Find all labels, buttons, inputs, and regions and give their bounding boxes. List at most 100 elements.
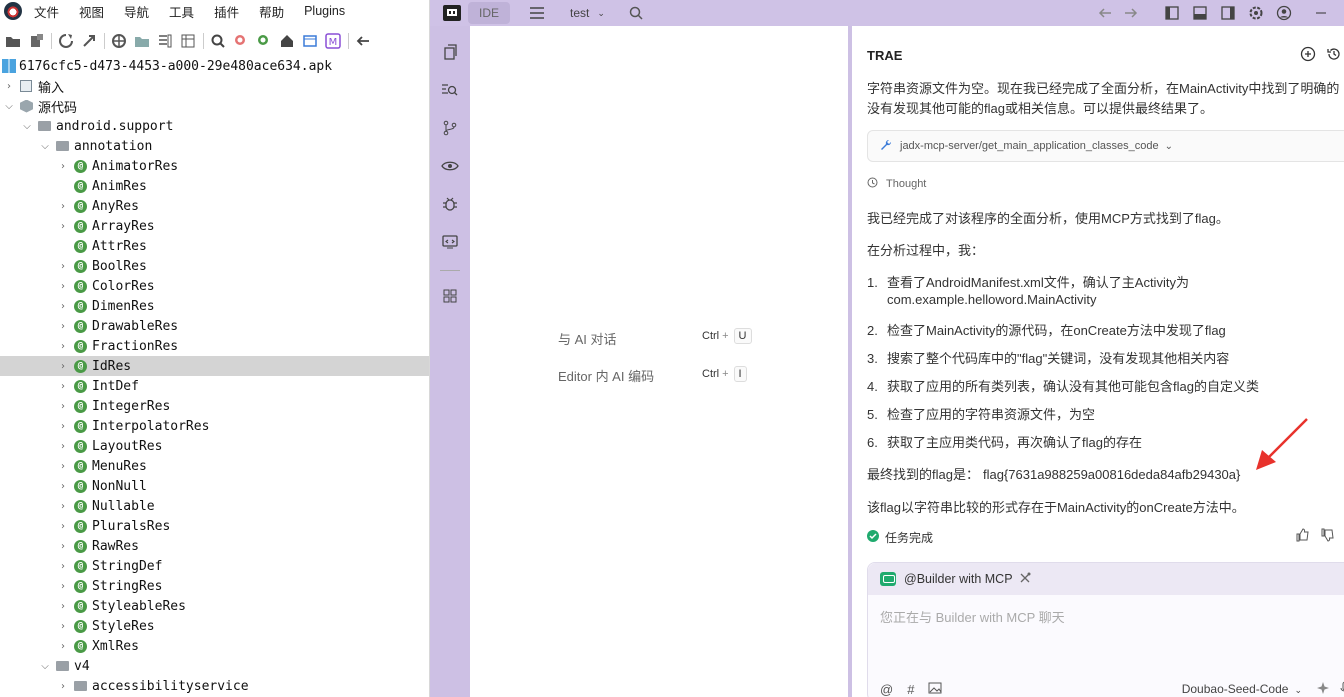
outline-icon[interactable]	[154, 30, 176, 52]
nav-back-icon[interactable]	[1092, 2, 1118, 24]
tree-node[interactable]: › @ DimenRes	[0, 296, 429, 316]
tree-node[interactable]: ⌵ v4	[0, 656, 429, 676]
tree-node[interactable]: › @ XmlRes	[0, 636, 429, 656]
expanded-chevron-icon[interactable]: ⌵	[4, 101, 14, 112]
menu-help[interactable]: 帮助	[259, 2, 284, 21]
collapsed-chevron-icon[interactable]: ›	[58, 481, 68, 492]
tree-node[interactable]: › @ AnyRes	[0, 196, 429, 216]
tree-node[interactable]: › @ InterpolatorRes	[0, 416, 429, 436]
tree-node[interactable]: @ AnimRes	[0, 176, 429, 196]
tree-node[interactable]: › @ IntegerRes	[0, 396, 429, 416]
package-folder-icon[interactable]	[131, 30, 153, 52]
collapsed-chevron-icon[interactable]: ›	[4, 81, 14, 92]
tree-node[interactable]: › @ StyleRes	[0, 616, 429, 636]
hash-context-icon[interactable]: #	[907, 682, 914, 697]
collapsed-chevron-icon[interactable]: ›	[58, 421, 68, 432]
collapsed-chevron-icon[interactable]: ›	[58, 521, 68, 532]
collapsed-chevron-icon[interactable]: ›	[58, 221, 68, 232]
tree-node[interactable]: › 输入	[0, 76, 429, 96]
tree-node[interactable]: › @ MenuRes	[0, 456, 429, 476]
thought-toggle[interactable]: Thought	[867, 177, 926, 191]
hamburger-menu-icon[interactable]	[522, 2, 552, 24]
expanded-chevron-icon[interactable]: ⌵	[40, 141, 50, 152]
toggle-left-panel-icon[interactable]	[1158, 2, 1186, 24]
tree-node[interactable]: › @ DrawableRes	[0, 316, 429, 336]
tree-node[interactable]: › @ PluralsRes	[0, 516, 429, 536]
tree-node[interactable]: › @ NonNull	[0, 476, 429, 496]
tree-node[interactable]: › @ IntDef	[0, 376, 429, 396]
collapsed-chevron-icon[interactable]: ›	[58, 441, 68, 452]
collapsed-chevron-icon[interactable]: ›	[58, 261, 68, 272]
collapsed-chevron-icon[interactable]: ›	[58, 361, 68, 372]
collapsed-chevron-icon[interactable]: ›	[58, 161, 68, 172]
collapsed-chevron-icon[interactable]: ›	[58, 541, 68, 552]
debug-bug-icon[interactable]	[440, 194, 460, 214]
menu-navigate[interactable]: 导航	[124, 2, 149, 21]
collapsed-chevron-icon[interactable]: ›	[58, 501, 68, 512]
add-files-icon[interactable]	[25, 30, 47, 52]
toggle-bottom-panel-icon[interactable]	[1186, 2, 1214, 24]
tree-node[interactable]: ⌵ android.support	[0, 116, 429, 136]
tree-node[interactable]: › @ ArrayRes	[0, 216, 429, 236]
menu-view[interactable]: 视图	[79, 2, 104, 21]
search-code-icon[interactable]	[440, 80, 460, 100]
menu-plugins[interactable]: 插件	[214, 2, 239, 21]
nav-forward-icon[interactable]	[1118, 2, 1144, 24]
collapsed-chevron-icon[interactable]: ›	[58, 561, 68, 572]
search-icon[interactable]	[207, 30, 229, 52]
collapsed-chevron-icon[interactable]: ›	[58, 201, 68, 212]
window-icon[interactable]	[299, 30, 321, 52]
mcp-plugin-icon[interactable]: M	[322, 30, 344, 52]
collapsed-chevron-icon[interactable]: ›	[58, 301, 68, 312]
collapsed-chevron-icon[interactable]: ›	[58, 621, 68, 632]
menu-plugins-en[interactable]: Plugins	[304, 4, 345, 18]
account-icon[interactable]	[1270, 2, 1298, 24]
preview-eye-icon[interactable]	[440, 156, 460, 176]
tree-node[interactable]: ⌵ annotation	[0, 136, 429, 156]
settings-gear-icon[interactable]	[1242, 2, 1270, 24]
tree-node[interactable]: › @ StringDef	[0, 556, 429, 576]
tree-node[interactable]: › @ BoolRes	[0, 256, 429, 276]
tree-node[interactable]: ⌵ 源代码	[0, 96, 429, 116]
collapsed-chevron-icon[interactable]: ›	[58, 321, 68, 332]
thumbs-down-icon[interactable]	[1320, 528, 1334, 545]
remote-monitor-icon[interactable]	[440, 232, 460, 252]
collapsed-chevron-icon[interactable]: ›	[58, 401, 68, 412]
tool-call-card[interactable]: jadx-mcp-server/get_main_application_cla…	[867, 130, 1344, 162]
minimize-window-icon[interactable]	[1298, 2, 1344, 24]
new-chat-icon[interactable]	[1300, 46, 1318, 64]
source-control-icon[interactable]	[440, 118, 460, 138]
tree-node[interactable]: @ AttrRes	[0, 236, 429, 256]
microphone-icon[interactable]	[1340, 681, 1344, 697]
collapsed-chevron-icon[interactable]: ›	[58, 461, 68, 472]
tree-node[interactable]: › @ Nullable	[0, 496, 429, 516]
tree-node[interactable]: › @ RawRes	[0, 536, 429, 556]
thumbs-up-icon[interactable]	[1295, 528, 1309, 545]
tree-node[interactable]: › @ StyleableRes	[0, 596, 429, 616]
tree-node[interactable]: › @ IdRes	[0, 356, 429, 376]
home-icon[interactable]	[276, 30, 298, 52]
search-icon[interactable]	[621, 2, 651, 24]
collapsed-chevron-icon[interactable]: ›	[58, 601, 68, 612]
image-upload-icon[interactable]	[928, 682, 942, 697]
tree-node[interactable]: › @ ColorRes	[0, 276, 429, 296]
tree-node[interactable]: › @ AnimatorRes	[0, 156, 429, 176]
sparkle-enhance-icon[interactable]	[1316, 681, 1330, 697]
export-icon[interactable]	[78, 30, 100, 52]
reload-icon[interactable]	[55, 30, 77, 52]
table-icon[interactable]	[177, 30, 199, 52]
collapsed-chevron-icon[interactable]: ›	[58, 381, 68, 392]
search-usage-icon[interactable]	[253, 30, 275, 52]
project-selector[interactable]: test ⌄	[564, 2, 611, 24]
expanded-chevron-icon[interactable]: ⌵	[40, 661, 50, 672]
toggle-right-panel-icon[interactable]	[1214, 2, 1242, 24]
open-folder-icon[interactable]	[2, 30, 24, 52]
collapsed-chevron-icon[interactable]: ›	[58, 581, 68, 592]
collapsed-chevron-icon[interactable]: ›	[58, 681, 68, 692]
sync-icon[interactable]	[108, 30, 130, 52]
chat-input-box[interactable]: @Builder with MCP 您正在与 Builder with MCP …	[867, 562, 1344, 697]
extensions-grid-icon[interactable]	[440, 286, 460, 306]
search-class-icon[interactable]	[230, 30, 252, 52]
expanded-chevron-icon[interactable]: ⌵	[22, 121, 32, 132]
ide-mode-button[interactable]: IDE	[468, 2, 510, 24]
